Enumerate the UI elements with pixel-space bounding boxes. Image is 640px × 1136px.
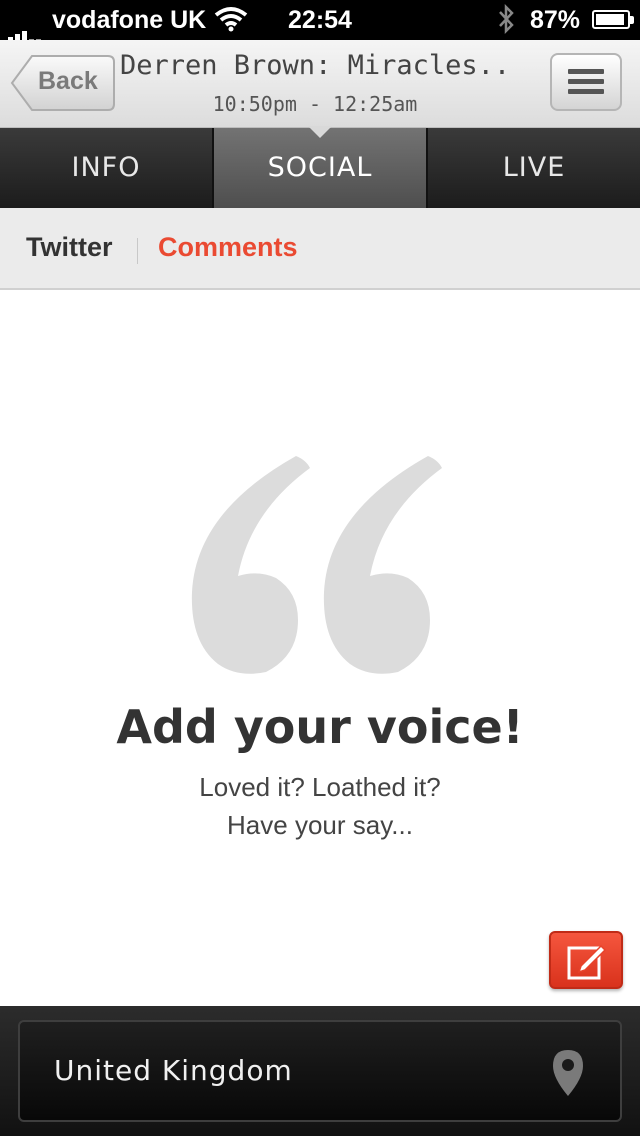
- tab-social-label: SOCIAL: [267, 152, 373, 183]
- empty-state-line-1: Loved it? Loathed it?: [199, 772, 441, 802]
- menu-icon: [568, 69, 604, 74]
- status-bar: vodafone UK 22:54 87%: [0, 0, 640, 43]
- region-label: United Kingdom: [54, 1054, 293, 1087]
- location-pin-icon[interactable]: [551, 1048, 585, 1103]
- subtab-divider: [137, 238, 138, 264]
- compose-button[interactable]: [549, 931, 623, 989]
- quote-icon: [188, 452, 448, 687]
- region-selector[interactable]: United Kingdom: [18, 1020, 622, 1122]
- battery-percent: 87%: [530, 6, 581, 34]
- empty-state-title: Add your voice!: [116, 700, 524, 754]
- back-button[interactable]: Back: [10, 54, 116, 112]
- tab-live-label: LIVE: [502, 152, 566, 183]
- back-button-label: Back: [38, 67, 98, 95]
- empty-state-line-2: Have your say...: [227, 810, 413, 840]
- tab-social[interactable]: SOCIAL: [214, 126, 428, 208]
- tab-bar: INFO SOCIAL LIVE: [0, 126, 640, 208]
- battery-icon: [592, 10, 634, 29]
- tab-info-label: INFO: [71, 152, 141, 183]
- programme-title: Derren Brown: Miracles...: [120, 50, 510, 81]
- active-tab-indicator: [308, 126, 332, 138]
- location-bar: United Kingdom: [0, 1006, 640, 1136]
- menu-button[interactable]: [550, 53, 622, 111]
- subtab-twitter[interactable]: Twitter: [26, 232, 113, 263]
- subtab-comments[interactable]: Comments: [158, 232, 298, 263]
- programme-time: 10:50pm - 12:25am: [212, 92, 418, 116]
- tab-info[interactable]: INFO: [0, 128, 214, 208]
- bluetooth-icon: [497, 3, 515, 41]
- social-subtabs: Twitter Comments: [0, 208, 640, 290]
- tab-live[interactable]: LIVE: [428, 128, 640, 208]
- navigation-bar: Back Derren Brown: Miracles... 10:50pm -…: [0, 40, 640, 128]
- compose-icon: [567, 944, 607, 980]
